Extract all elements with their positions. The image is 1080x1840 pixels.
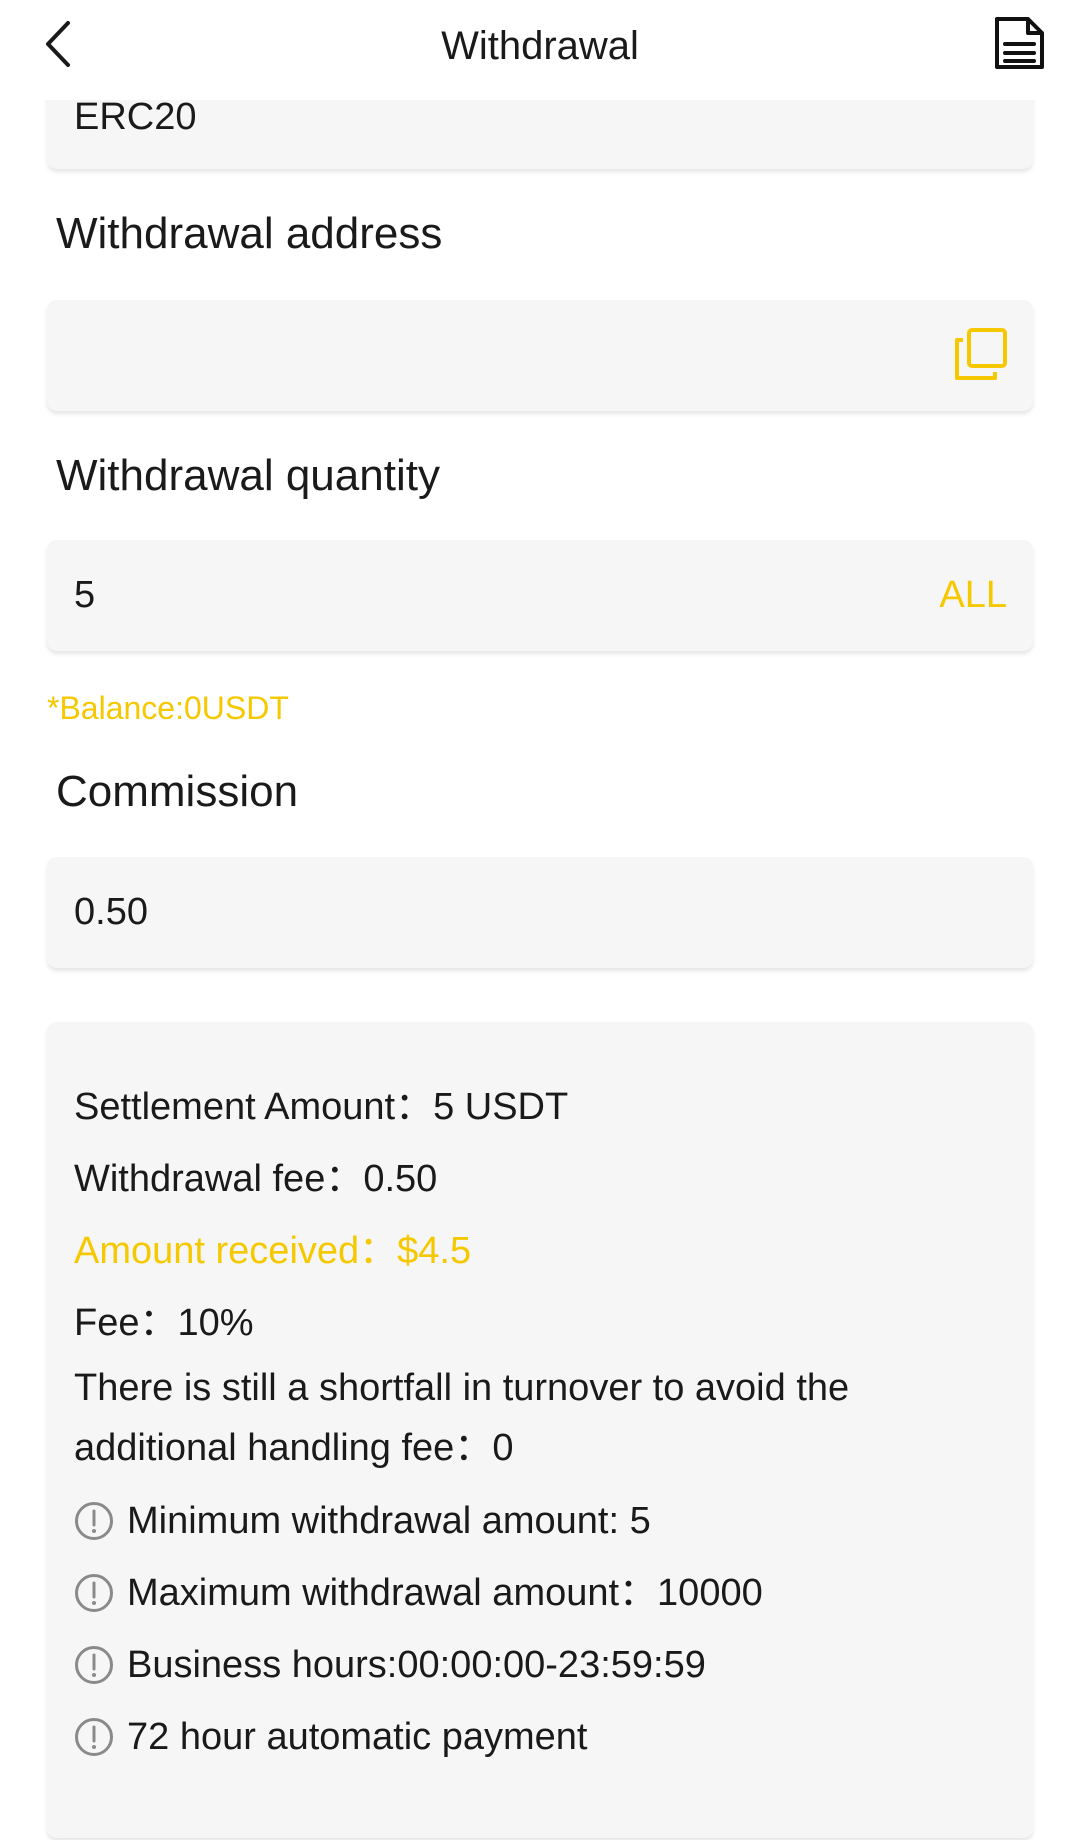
- notice-text: Minimum withdrawal amount: 5: [127, 1500, 651, 1542]
- quantity-input[interactable]: 5: [74, 570, 95, 620]
- exclamation-circle-icon: [75, 1502, 113, 1540]
- turnover-shortfall: There is still a shortfall in turnover t…: [74, 1367, 850, 1469]
- commission-value: 0.50: [74, 891, 148, 933]
- address-field[interactable]: [47, 300, 1033, 411]
- top-bar: Withdrawal: [0, 0, 1080, 100]
- balance-text: *Balance:0USDT: [47, 690, 289, 726]
- commission-field: 0.50: [47, 857, 1033, 968]
- commission-label: Commission: [56, 767, 299, 816]
- address-label: Withdrawal address: [56, 209, 443, 258]
- notice-text: Business hours:00:00:00-23:59:59: [127, 1644, 706, 1686]
- records-button[interactable]: [992, 14, 1048, 72]
- summary-panel: Settlement Amount：5 USDT Withdrawal fee：…: [47, 1022, 1033, 1838]
- exclamation-circle-icon: [75, 1718, 113, 1756]
- amount-received: Amount received：$4.5: [74, 1230, 472, 1272]
- settlement-amount: Settlement Amount：5 USDT: [74, 1086, 569, 1128]
- fee-rate: Fee：10%: [74, 1302, 254, 1344]
- paste-icon: [955, 328, 1007, 380]
- notice-text: 72 hour automatic payment: [127, 1716, 588, 1758]
- exclamation-circle-icon: [75, 1574, 113, 1612]
- withdrawal-fee: Withdrawal fee：0.50: [74, 1158, 438, 1200]
- document-icon: [995, 17, 1044, 69]
- quantity-field[interactable]: 5 ALL: [47, 540, 1033, 651]
- all-button[interactable]: ALL: [939, 570, 1007, 620]
- exclamation-circle-icon: [75, 1646, 113, 1684]
- quantity-label: Withdrawal quantity: [56, 451, 440, 500]
- withdrawal-page: Withdrawal ERC20 Withdrawal address With…: [0, 0, 1080, 1840]
- paste-button[interactable]: [953, 326, 1009, 382]
- notice-text: Maximum withdrawal amount：10000: [127, 1572, 763, 1614]
- page-title: Withdrawal: [441, 24, 639, 68]
